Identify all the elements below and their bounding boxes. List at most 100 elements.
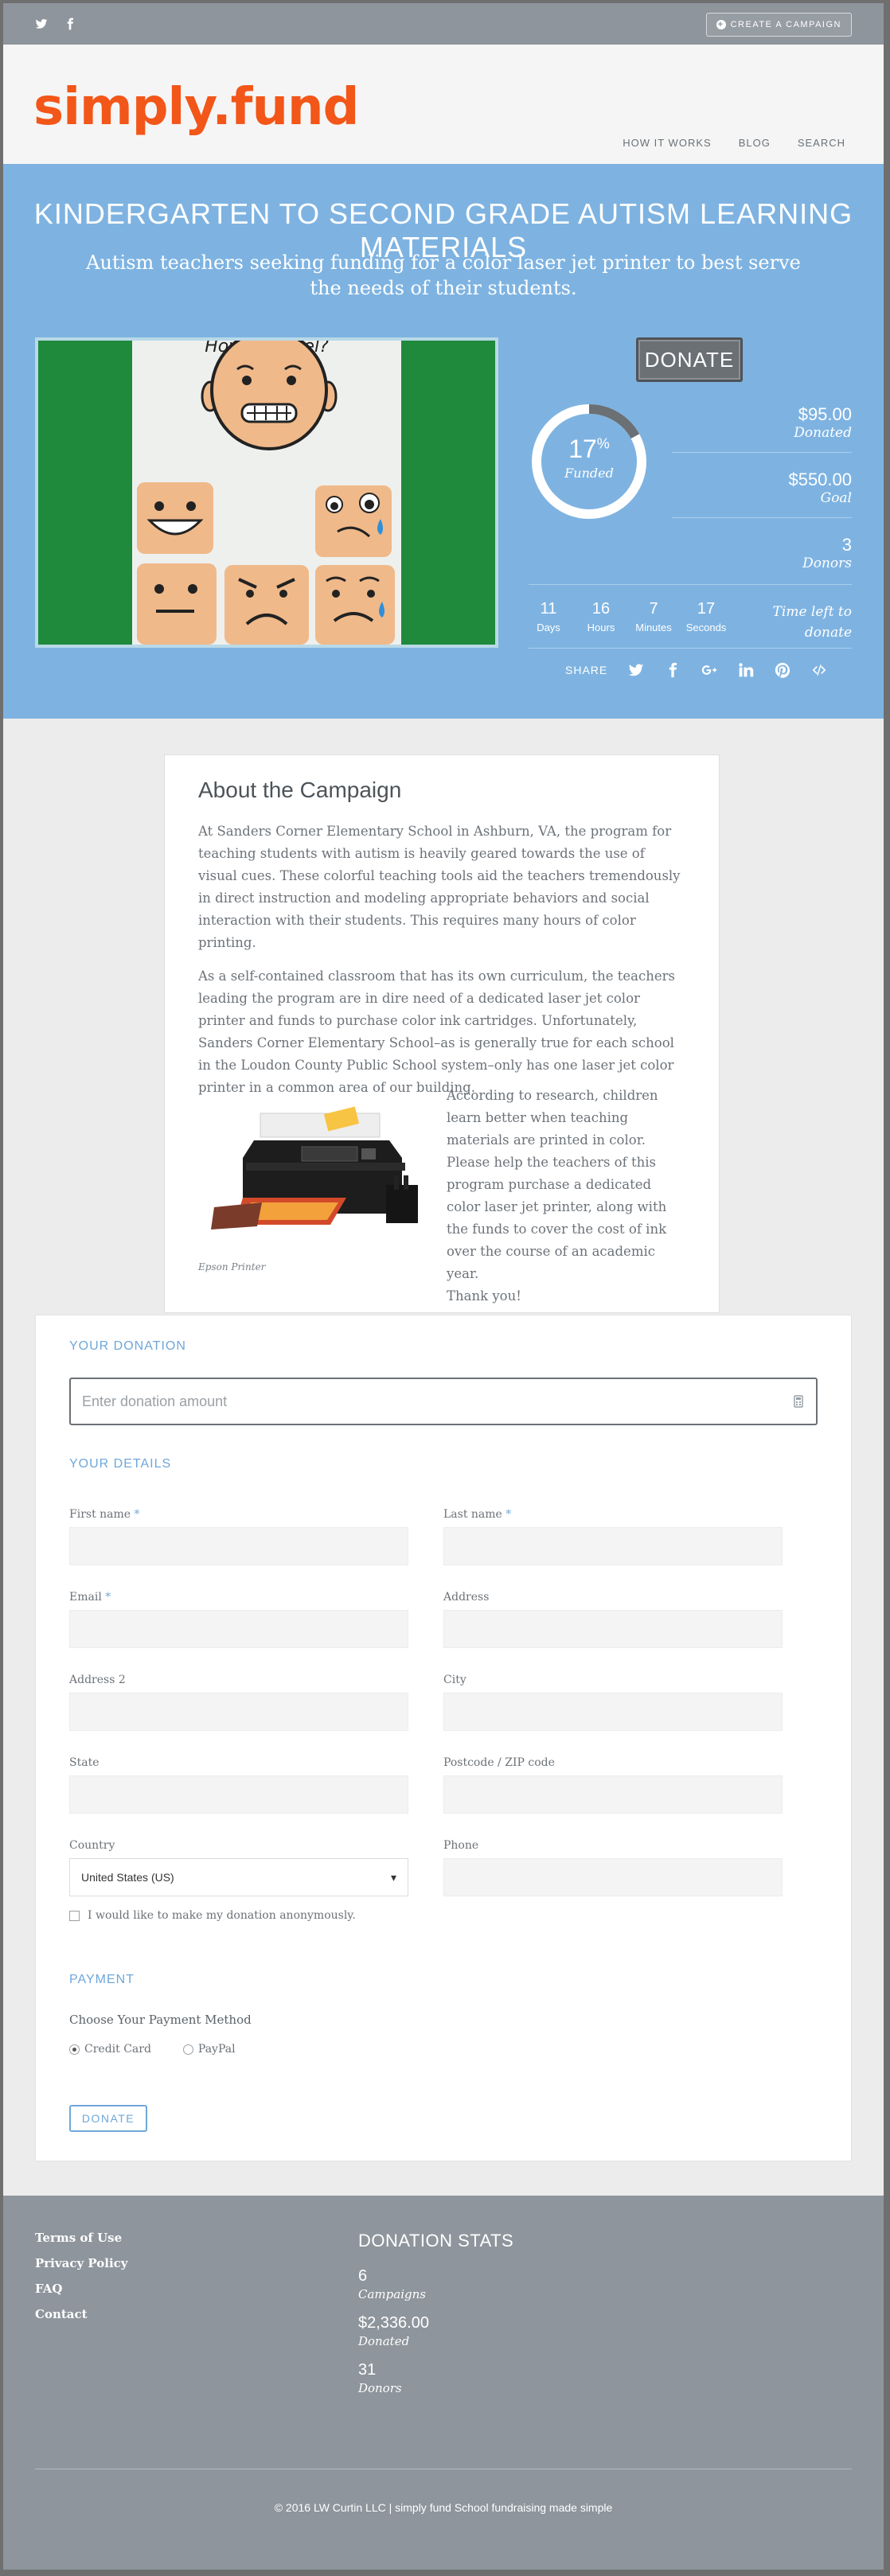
city-field[interactable]	[443, 1693, 783, 1731]
copyright: © 2016 LW Curtin LLC | simply fund Schoo…	[274, 2501, 613, 2514]
hours-value: 16	[591, 600, 611, 618]
country-value: United States (US)	[81, 1871, 174, 1884]
countdown-days: 11 Days	[525, 600, 572, 633]
twitter-icon[interactable]	[35, 18, 48, 30]
address2-label: Address 2	[69, 1674, 126, 1686]
donation-amount-placeholder: Enter donation amount	[82, 1393, 228, 1409]
email-label: Email *	[69, 1591, 111, 1604]
email-field[interactable]	[69, 1610, 408, 1648]
share-bar: SHARE	[565, 662, 827, 678]
funded-percent: 17	[568, 435, 597, 463]
site-logo[interactable]: simply.fund	[33, 78, 359, 137]
donated-value: $95.00	[798, 404, 852, 424]
create-campaign-label: CREATE A CAMPAIGN	[730, 20, 841, 29]
credit-card-label: Credit Card	[84, 2043, 151, 2056]
nav-blog[interactable]: BLOG	[739, 137, 771, 149]
linkedin-icon[interactable]	[738, 662, 754, 678]
facebook-icon[interactable]	[665, 662, 681, 678]
countdown-seconds: 17 Seconds	[682, 600, 730, 633]
calculator-icon	[794, 1395, 803, 1408]
stat-donated: $95.00 Donated	[794, 404, 852, 441]
donate-submit-button[interactable]: DONATE	[69, 2105, 147, 2132]
footer-links: Terms of Use Privacy Policy FAQ Contact	[35, 2231, 128, 2332]
seconds-label: Seconds	[685, 622, 727, 633]
your-details-heading: YOUR DETAILS	[69, 1457, 172, 1471]
printer-image	[211, 1106, 418, 1230]
donation-form: YOUR DONATION Enter donation amount YOUR…	[35, 1315, 852, 2161]
country-label: Country	[69, 1839, 115, 1852]
stats-donors: 31 Donors	[358, 2361, 513, 2395]
address2-field[interactable]	[69, 1693, 408, 1731]
address-label: Address	[443, 1591, 490, 1604]
top-bar: + CREATE A CAMPAIGN	[3, 3, 884, 45]
last-name-label: Last name *	[443, 1508, 512, 1521]
payment-method-label: Choose Your Payment Method	[69, 2013, 252, 2027]
total-donors-label: Donors	[358, 2381, 402, 2395]
anonymous-option[interactable]: I would like to make my donation anonymo…	[69, 1909, 356, 1922]
donation-amount-input[interactable]: Enter donation amount	[69, 1378, 818, 1425]
about-side-text: According to research, children learn be…	[447, 1085, 685, 1307]
postcode-field[interactable]	[443, 1775, 783, 1814]
google-plus-icon[interactable]	[701, 662, 717, 678]
paypal-option[interactable]: PayPal	[182, 2043, 236, 2056]
days-label: Days	[537, 622, 560, 633]
time-left-label: Time left to donate	[772, 604, 852, 641]
anonymous-checkbox[interactable]	[69, 1910, 80, 1921]
funded-text: Funded	[564, 466, 614, 481]
share-label: SHARE	[565, 664, 608, 676]
pinterest-icon[interactable]	[775, 662, 790, 678]
footer-privacy-link[interactable]: Privacy Policy	[35, 2256, 128, 2270]
nav-how-it-works[interactable]: HOW IT WORKS	[623, 137, 711, 149]
about-heading: About the Campaign	[198, 777, 402, 802]
donation-stats: DONATION STATS 6 Campaigns $2,336.00 Don…	[358, 2231, 513, 2408]
stat-donors: 3 Donors	[802, 535, 852, 571]
seconds-value: 17	[697, 600, 716, 618]
last-name-field[interactable]	[443, 1527, 783, 1565]
donated-label: Donated	[794, 425, 852, 441]
about-campaign-card: About the Campaign At Sanders Corner Ele…	[164, 754, 720, 1313]
stat-goal: $550.00 Goal	[788, 470, 852, 506]
postcode-label: Postcode / ZIP code	[443, 1756, 555, 1769]
footer-faq-link[interactable]: FAQ	[35, 2282, 128, 2296]
campaign-image: How do I feel?	[35, 337, 498, 648]
facebook-icon[interactable]	[64, 18, 76, 30]
stat-divider	[672, 452, 852, 453]
total-donated-label: Donated	[358, 2334, 410, 2348]
donors-label: Donors	[802, 555, 852, 571]
twitter-icon[interactable]	[628, 662, 644, 678]
main-nav: HOW IT WORKS BLOG SEARCH	[623, 137, 845, 149]
phone-field[interactable]	[443, 1858, 783, 1896]
about-paragraph-2: As a self-contained classroom that has i…	[198, 968, 676, 1095]
your-donation-heading: YOUR DONATION	[69, 1339, 186, 1353]
site-header: simply.fund HOW IT WORKS BLOG SEARCH	[3, 45, 884, 164]
credit-card-radio[interactable]	[69, 2044, 80, 2055]
address-field[interactable]	[443, 1610, 783, 1648]
footer-terms-link[interactable]: Terms of Use	[35, 2231, 128, 2245]
footer-contact-link[interactable]: Contact	[35, 2307, 128, 2321]
country-select[interactable]: United States (US) ▾	[69, 1858, 408, 1896]
first-name-field[interactable]	[69, 1527, 408, 1565]
campaigns-value: 6	[358, 2267, 368, 2285]
create-campaign-button[interactable]: + CREATE A CAMPAIGN	[705, 13, 852, 37]
goal-value: $550.00	[788, 470, 852, 489]
nav-search[interactable]: SEARCH	[798, 137, 845, 149]
state-field[interactable]	[69, 1775, 408, 1814]
stat-divider	[672, 517, 852, 518]
about-paragraph-3: According to research, children learn be…	[447, 1088, 667, 1281]
about-thank-you: Thank you!	[447, 1288, 521, 1304]
total-donors-value: 31	[358, 2361, 377, 2379]
site-footer: Terms of Use Privacy Policy FAQ Contact …	[3, 2196, 884, 2570]
paypal-label: PayPal	[197, 2043, 236, 2056]
city-label: City	[443, 1674, 466, 1686]
donate-button-top[interactable]: DONATE	[636, 337, 743, 382]
campaign-subtitle: Autism teachers seeking funding for a co…	[86, 251, 801, 299]
embed-code-icon[interactable]	[811, 662, 827, 678]
page: + CREATE A CAMPAIGN simply.fund HOW IT W…	[3, 3, 884, 2570]
campaign-hero: KINDERGARTEN TO SECOND GRADE AUTISM LEAR…	[3, 164, 884, 719]
printer-caption: Epson Printer	[198, 1261, 266, 1272]
about-paragraph-1: At Sanders Corner Elementary School in A…	[198, 824, 681, 950]
phone-label: Phone	[443, 1839, 479, 1852]
paypal-radio[interactable]	[182, 2044, 193, 2055]
credit-card-option[interactable]: Credit Card	[69, 2043, 151, 2056]
stat-divider	[529, 584, 852, 585]
